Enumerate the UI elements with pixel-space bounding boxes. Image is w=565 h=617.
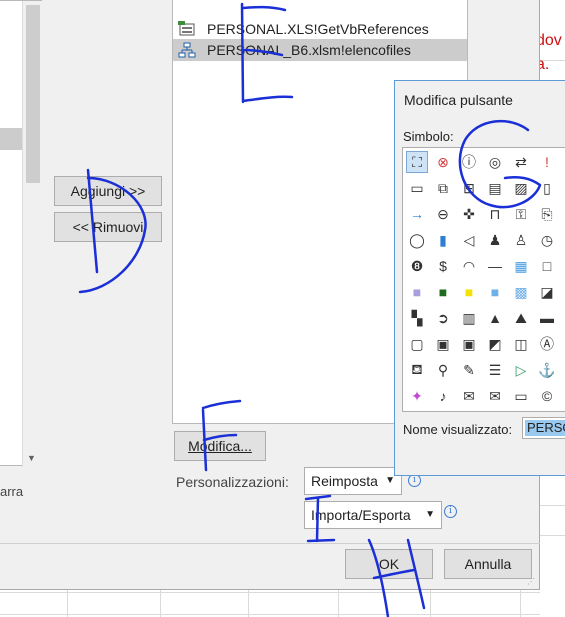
org-chart-icon[interactable]: ⛶ bbox=[406, 151, 428, 173]
modify-button[interactable]: Modifica... bbox=[174, 431, 266, 461]
minus-icon[interactable]: — bbox=[484, 255, 506, 277]
list-item-label: PERSONAL_B6.xlsm!elencofiles bbox=[207, 42, 411, 58]
macro-icon bbox=[177, 21, 197, 37]
commands-list[interactable]: ▼ bbox=[0, 0, 42, 467]
add-button[interactable]: Aggiungi >> bbox=[54, 176, 162, 206]
circles-icon[interactable]: ◯ bbox=[406, 229, 428, 251]
cancel-button[interactable]: Annulla bbox=[444, 549, 532, 579]
bell-icon[interactable]: ♪ bbox=[432, 385, 454, 407]
import-export-dropdown[interactable]: Importa/Esporta ▼ bbox=[304, 501, 442, 529]
add-button-label: Aggiungi >> bbox=[70, 183, 146, 199]
pin-icon[interactable]: ✜ bbox=[458, 203, 480, 225]
paint-bucket-icon[interactable]: ⛾ bbox=[406, 359, 428, 381]
yellow-square-icon[interactable]: ■ bbox=[458, 281, 480, 303]
brush-icon[interactable]: ✎ bbox=[458, 359, 480, 381]
checker-icon[interactable]: ▚ bbox=[406, 307, 428, 329]
new-window-icon[interactable]: ⊞ bbox=[458, 177, 480, 199]
scroll-down-icon[interactable]: ▼ bbox=[27, 453, 36, 463]
picture-icon[interactable]: ▨ bbox=[510, 177, 532, 199]
modify-button-popup: Modifica pulsante Simbolo: ⛶ ⊗ ⓘ ◎ ⇄! ▭ ⧉ ⊞ ▤ ▨ ▯ →… bbox=[394, 80, 565, 476]
org-chart-icon bbox=[177, 42, 197, 58]
customizations-label: Personalizzazioni: bbox=[176, 474, 289, 490]
hatched-square-icon[interactable]: ▩ bbox=[510, 281, 532, 303]
green-square-icon[interactable]: ■ bbox=[432, 281, 454, 303]
quote-dollar-icon[interactable]: $ bbox=[432, 255, 454, 277]
circle-arrow-icon[interactable]: ➲ bbox=[432, 307, 454, 329]
modify-button-label: Modifica... bbox=[188, 438, 252, 454]
person-icon[interactable]: ♙ bbox=[510, 229, 532, 251]
list-item-label: PERSONAL.XLS!GetVbReferences bbox=[207, 21, 429, 37]
right-arrow-icon[interactable]: → bbox=[406, 203, 428, 225]
cancel-button-label: Annulla bbox=[464, 556, 512, 572]
remove-button-label: << Rimuovi bbox=[72, 219, 144, 235]
mute-icon[interactable]: ◁ bbox=[458, 229, 480, 251]
eye-icon[interactable]: ◠ bbox=[458, 255, 480, 277]
list-item-selected[interactable] bbox=[0, 128, 22, 150]
mountains-icon[interactable]: ⛰ bbox=[510, 307, 532, 329]
align-icon[interactable]: ▬ bbox=[536, 307, 558, 329]
search-icon[interactable]: ⚲ bbox=[432, 359, 454, 381]
reset-dropdown[interactable]: Reimposta ▼ bbox=[304, 467, 402, 495]
display-name-input[interactable]: PERSONAL_B6.xlsm!elencofiles bbox=[522, 417, 565, 439]
display-name-label: Nome visualizzato: bbox=[403, 422, 513, 437]
play-icon[interactable]: ▷ bbox=[510, 359, 532, 381]
display-name-value: PERSONAL_B6.xlsm!elencofiles bbox=[525, 420, 565, 436]
chevron-down-icon: ▼ bbox=[425, 509, 435, 520]
symbol-grid[interactable]: ⛶ ⊗ ⓘ ◎ ⇄! ▭ ⧉ ⊞ ▤ ▨ ▯ → ⊖ ✜ ⊓ ⚿ ⎘ ◯ ▮ ◁ ♟ ♙ ◷ ❽ $ ◠ — ▦ □ ■ ■ ■ ■ ▩ ◪ ▚ ➲ ▥ ▲… bbox=[402, 147, 565, 412]
logo-icon[interactable]: ✦ bbox=[406, 385, 428, 407]
scrollbar-thumb[interactable] bbox=[26, 5, 40, 183]
info-icon[interactable]: ⓘ bbox=[458, 151, 480, 173]
list-item-selected[interactable]: PERSONAL_B6.xlsm!elencofiles bbox=[173, 39, 467, 61]
card-icon[interactable]: ▭ bbox=[510, 385, 532, 407]
image-link-icon[interactable]: ▣ bbox=[432, 333, 454, 355]
key-icon[interactable]: ⚿ bbox=[510, 203, 532, 225]
bar-chart-icon[interactable]: ▥ bbox=[458, 307, 480, 329]
list-item[interactable]: PERSONAL.XLS!GetVbReferences bbox=[173, 18, 467, 40]
user-icon[interactable]: ♟ bbox=[484, 229, 506, 251]
reset-dropdown-label: Reimposta bbox=[311, 473, 378, 489]
popup-title: Modifica pulsante bbox=[404, 92, 513, 108]
target-icon[interactable]: ◎ bbox=[484, 151, 506, 173]
chevron-down-icon: ▼ bbox=[385, 475, 395, 486]
document-icon[interactable]: ▯ bbox=[536, 177, 558, 199]
blue-square-icon[interactable]: ■ bbox=[484, 281, 506, 303]
resize-grip-icon[interactable]: ⋰ bbox=[527, 577, 537, 587]
ok-button-label: OK bbox=[378, 556, 400, 572]
remove-button[interactable]: << Rimuovi bbox=[54, 212, 162, 242]
arrows-icon[interactable]: ⇄ bbox=[510, 151, 532, 173]
symbol-label: Simbolo: bbox=[403, 129, 454, 144]
scroll-icon[interactable]: ⎘ bbox=[536, 203, 558, 225]
shapes-icon[interactable]: ◫ bbox=[510, 333, 532, 355]
frame-icon[interactable]: ▢ bbox=[406, 333, 428, 355]
exclamation-icon[interactable]: ! bbox=[536, 151, 558, 173]
envelope-icon[interactable]: ✉ bbox=[484, 385, 506, 407]
text-box-icon[interactable]: Ⓐ bbox=[536, 333, 558, 355]
copyright-icon[interactable]: © bbox=[536, 385, 558, 407]
vertical-scrollbar[interactable]: ▼ bbox=[22, 1, 42, 467]
info-icon[interactable]: i bbox=[444, 505, 457, 518]
clock-icon[interactable]: ◷ bbox=[536, 229, 558, 251]
image-link2-icon[interactable]: ▣ bbox=[458, 333, 480, 355]
lock-icon[interactable]: ⊓ bbox=[484, 203, 506, 225]
checkbox-label: arra bbox=[0, 484, 24, 499]
print-icon[interactable]: ▤ bbox=[484, 177, 506, 199]
microphone-icon[interactable]: ▮ bbox=[432, 229, 454, 251]
ok-button[interactable]: OK bbox=[345, 549, 433, 579]
cone-icon[interactable]: ▲ bbox=[484, 307, 506, 329]
list-icon[interactable]: ☰ bbox=[484, 359, 506, 381]
purple-square-icon[interactable]: ■ bbox=[406, 281, 428, 303]
number-eight-icon[interactable]: ❽ bbox=[406, 255, 428, 277]
color-grid-icon[interactable]: ▦ bbox=[510, 255, 532, 277]
error-circle-icon[interactable]: ⊗ bbox=[432, 151, 454, 173]
back-arrow-icon[interactable]: ⊖ bbox=[432, 203, 454, 225]
contrast-icon[interactable]: ◪ bbox=[536, 281, 558, 303]
open-envelope-icon[interactable]: ✉ bbox=[458, 385, 480, 407]
import-export-label: Importa/Esporta bbox=[311, 507, 411, 523]
square-icon[interactable]: □ bbox=[536, 255, 558, 277]
folder-icon[interactable]: ▭ bbox=[406, 177, 428, 199]
copy-icon[interactable]: ⧉ bbox=[432, 177, 454, 199]
divider bbox=[0, 543, 540, 544]
diagonal-icon[interactable]: ◩ bbox=[484, 333, 506, 355]
anchor-icon[interactable]: ⚓ bbox=[536, 359, 558, 381]
